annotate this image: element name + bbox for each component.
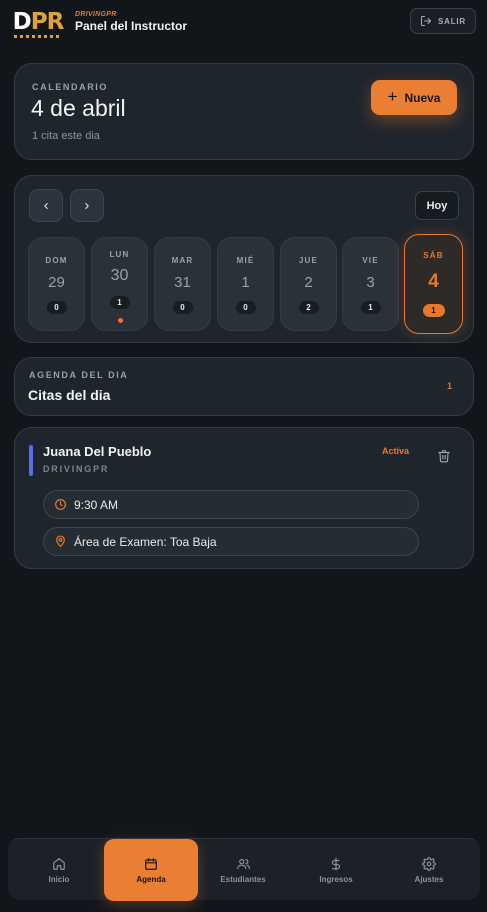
day-number: 3 [366, 274, 375, 291]
logout-icon [421, 16, 431, 26]
appointment-card[interactable]: Juana Del Pueblo DRIVINGPR Activa 9:30 A… [14, 427, 474, 569]
brand-name: DRIVINGPR [75, 11, 117, 18]
nav-agenda[interactable]: Agenda [104, 839, 198, 901]
day-number: 30 [110, 267, 129, 284]
users-icon [236, 858, 250, 869]
nav-ajustes[interactable]: Ajustes [382, 839, 476, 901]
day-name: SÁB [423, 251, 444, 260]
nav-label: Ajustes [414, 874, 444, 884]
day-number: 31 [174, 274, 191, 291]
day-cell-lun[interactable]: LUN 30 1 [91, 237, 148, 331]
prev-week-button[interactable] [29, 189, 63, 222]
agenda-count: 1 [446, 381, 452, 391]
dpr-logo: DPR [12, 6, 64, 38]
calendar-summary-card: CALENDARIO 4 de abril 1 cita este dia + … [14, 63, 474, 160]
app-header: DPR DRIVINGPR Panel del Instructor SALIR [0, 0, 487, 44]
day-cell-sab-selected[interactable]: SÁB 4 1 [404, 234, 463, 334]
day-name: LUN [109, 250, 130, 259]
status-badge: Activa [381, 446, 409, 456]
calendar-eyebrow: CALENDARIO [32, 82, 108, 92]
nav-label: Inicio [48, 874, 70, 884]
week-calendar-card: Hoy DOM 29 0 LUN 30 1 MAR 31 0 MIÉ 1 0 J… [14, 175, 474, 343]
nav-label: Agenda [136, 874, 166, 884]
day-cell-dom[interactable]: DOM 29 0 [28, 237, 85, 331]
day-strip: DOM 29 0 LUN 30 1 MAR 31 0 MIÉ 1 0 JUE 2… [28, 234, 464, 334]
today-dot [117, 318, 123, 323]
school-name: DRIVINGPR [43, 464, 110, 474]
nav-label: Estudiantes [220, 874, 266, 884]
day-cell-jue[interactable]: JUE 2 2 [280, 237, 337, 331]
day-cell-mar[interactable]: MAR 31 0 [154, 237, 211, 331]
nav-inicio[interactable]: Inicio [12, 839, 106, 901]
trash-icon[interactable] [437, 448, 451, 464]
nav-label: Ingresos [319, 874, 353, 884]
day-number: 1 [241, 274, 250, 291]
day-name: MIÉ [236, 256, 255, 265]
logout-button[interactable]: SALIR [410, 8, 476, 34]
selected-date: 4 de abril [31, 95, 126, 121]
nav-ingresos[interactable]: Ingresos [289, 839, 383, 901]
brand: DRIVINGPR Panel del Instructor [75, 11, 187, 33]
day-count-badge: 0 [172, 301, 193, 314]
day-number: 29 [48, 274, 65, 291]
appointment-location: Área de Examen: Toa Baja [43, 527, 419, 556]
plus-icon: + [387, 87, 398, 106]
new-button-label: Nueva [404, 90, 441, 105]
appointment-time: 9:30 AM [43, 490, 419, 519]
day-name: JUE [298, 256, 319, 265]
day-name: DOM [45, 256, 68, 265]
day-count-badge: 2 [298, 301, 319, 314]
dollar-icon [331, 857, 341, 870]
agenda-title: Citas del dia [28, 387, 111, 403]
clock-icon [55, 499, 66, 510]
student-name: Juana Del Pueblo [43, 444, 152, 459]
day-name: MAR [171, 256, 194, 265]
agenda-header-card: AGENDA DEL DIA Citas del dia 1 [14, 357, 474, 416]
day-cell-mie[interactable]: MIÉ 1 0 [217, 237, 274, 331]
new-appointment-button[interactable]: + Nueva [371, 80, 457, 115]
appointment-accent-bar [29, 445, 33, 476]
day-number: 4 [428, 271, 439, 292]
location-pin-icon [56, 535, 65, 547]
day-count-badge: 1 [360, 301, 381, 314]
panel-title: Panel del Instructor [75, 19, 188, 33]
day-count-badge: 0 [46, 301, 67, 314]
time-text: 9:30 AM [74, 497, 119, 512]
gear-icon [422, 856, 436, 871]
day-count-badge: 0 [235, 301, 256, 314]
logout-label: SALIR [438, 16, 466, 26]
day-number: 2 [304, 274, 313, 291]
agenda-eyebrow: AGENDA DEL DIA [29, 370, 129, 380]
today-button[interactable]: Hoy [415, 191, 459, 220]
next-week-button[interactable] [70, 189, 104, 222]
nav-estudiantes[interactable]: Estudiantes [196, 839, 290, 901]
chevron-right-icon [85, 202, 89, 209]
day-cell-vie[interactable]: VIE 3 1 [342, 237, 399, 331]
bottom-navigation: Inicio Agenda Estudiantes Ingresos Ajust… [8, 838, 480, 901]
calendar-icon [145, 857, 157, 870]
day-count-badge: 1 [109, 296, 130, 309]
appointment-count-text: 1 cita este dia [32, 130, 100, 142]
home-icon [53, 857, 65, 870]
day-count-badge: 1 [422, 304, 445, 317]
day-name: VIE [362, 256, 379, 265]
location-text: Área de Examen: Toa Baja [74, 534, 217, 549]
chevron-left-icon [44, 202, 48, 209]
